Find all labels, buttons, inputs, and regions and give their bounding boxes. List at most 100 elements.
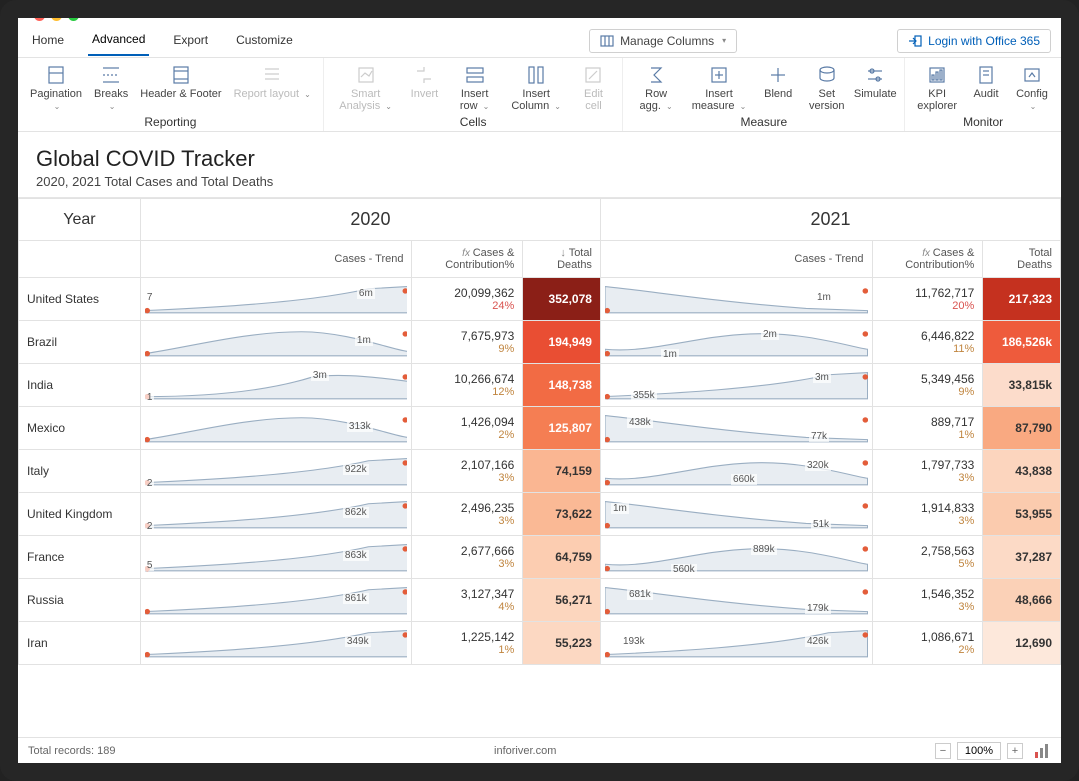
- cases-cell: 20,099,362 24%: [412, 278, 523, 321]
- cases-cell: 2,677,666 3%: [412, 536, 523, 579]
- col-deaths-2021[interactable]: Total Deaths: [983, 241, 1061, 278]
- contribution-value: 12%: [420, 386, 514, 398]
- deaths-cell: 194,949: [523, 321, 601, 364]
- window-min-dot[interactable]: [51, 10, 62, 21]
- audit-icon: [976, 65, 996, 85]
- insert-measure-button[interactable]: Insert measure ⌄: [683, 62, 755, 115]
- group-measure-label: Measure: [741, 115, 788, 129]
- insert-row-icon: [465, 65, 485, 85]
- login-button[interactable]: Login with Office 365: [897, 29, 1051, 53]
- year-2020-header: 2020: [140, 199, 600, 241]
- cases-value: 1,426,094: [420, 415, 514, 429]
- cases-value: 1,797,733: [881, 458, 975, 472]
- trend-cell: 5863k: [140, 536, 412, 579]
- table-row: United States 76m20,099,362 24%352,078 1…: [19, 278, 1061, 321]
- trend-cell: 1m: [140, 321, 412, 364]
- invert-button[interactable]: Invert: [401, 62, 447, 115]
- deaths-cell: 125,807: [523, 407, 601, 450]
- smart-analysis-button[interactable]: Smart Analysis ⌄: [330, 62, 402, 115]
- pagination-button[interactable]: Pagination⌄: [24, 62, 88, 115]
- row-agg-button[interactable]: Row agg. ⌄: [629, 62, 682, 115]
- cases-value: 2,496,235: [420, 501, 514, 515]
- group-cells-label: Cells: [460, 115, 487, 129]
- deaths-cell: 186,526k: [983, 321, 1061, 364]
- tab-customize[interactable]: Customize: [232, 27, 297, 55]
- pagination-icon: [46, 65, 66, 85]
- header-footer-icon: [171, 65, 191, 85]
- view-bars-icon[interactable]: [1035, 744, 1051, 758]
- deaths-cell: 56,271: [523, 579, 601, 622]
- trend-cell: 1m: [600, 278, 872, 321]
- login-label: Login with Office 365: [928, 34, 1040, 48]
- cases-value: 1,086,671: [881, 630, 975, 644]
- row-label: Mexico: [19, 407, 141, 450]
- cases-value: 11,762,717: [881, 286, 975, 300]
- col-cases-2021[interactable]: Cases & Contribution%: [872, 241, 983, 278]
- group-reporting-label: Reporting: [144, 115, 196, 129]
- col-cases-2020[interactable]: Cases & Contribution%: [412, 241, 523, 278]
- manage-columns-button[interactable]: Manage Columns ▾: [589, 29, 737, 53]
- window-max-dot[interactable]: [68, 10, 79, 21]
- trend-cell: 1m51k: [600, 493, 872, 536]
- cases-cell: 2,758,563 5%: [872, 536, 983, 579]
- config-button[interactable]: Config⌄: [1009, 62, 1055, 115]
- col-trend-2020[interactable]: Cases - Trend: [140, 241, 412, 278]
- trend-cell: 560k889k: [600, 536, 872, 579]
- simulate-button[interactable]: Simulate: [852, 62, 898, 115]
- deaths-cell: 74,159: [523, 450, 601, 493]
- cases-value: 1,546,352: [881, 587, 975, 601]
- insert-row-button[interactable]: Insert row ⌄: [447, 62, 501, 115]
- edit-cell-button[interactable]: Edit cell: [570, 62, 616, 115]
- tab-export[interactable]: Export: [169, 27, 212, 55]
- zoom-out-button[interactable]: −: [935, 743, 951, 759]
- kpi-explorer-button[interactable]: KPI explorer: [911, 62, 963, 115]
- total-records-label: Total records: 189: [28, 745, 115, 757]
- cases-value: 20,099,362: [420, 286, 514, 300]
- table-row: Mexico 313k1,426,094 2%125,807 438k77k88…: [19, 407, 1061, 450]
- cases-cell: 1,546,352 3%: [872, 579, 983, 622]
- table-row: Iran 349k1,225,142 1%55,223 193k426k1,08…: [19, 622, 1061, 665]
- deaths-cell: 87,790: [983, 407, 1061, 450]
- deaths-cell: 352,078: [523, 278, 601, 321]
- contribution-value: 2%: [420, 429, 514, 441]
- row-label: United Kingdom: [19, 493, 141, 536]
- report-layout-button[interactable]: Report layout ⌄: [228, 62, 317, 115]
- deaths-cell: 55,223: [523, 622, 601, 665]
- cases-cell: 10,266,674 12%: [412, 364, 523, 407]
- row-label: United States: [19, 278, 141, 321]
- cases-cell: 5,349,456 9%: [872, 364, 983, 407]
- window-close-dot[interactable]: [34, 10, 45, 21]
- breaks-button[interactable]: Breaks⌄: [88, 62, 134, 115]
- trend-cell: 660k320k: [600, 450, 872, 493]
- set-version-button[interactable]: Set version: [801, 62, 852, 115]
- login-icon: [908, 34, 922, 48]
- audit-button[interactable]: Audit: [963, 62, 1009, 115]
- table-row: Russia 861k3,127,347 4%56,271 681k179k1,…: [19, 579, 1061, 622]
- cases-cell: 1,914,833 3%: [872, 493, 983, 536]
- trend-cell: 13m: [140, 364, 412, 407]
- zoom-input[interactable]: [957, 742, 1001, 760]
- zoom-in-button[interactable]: +: [1007, 743, 1023, 759]
- contribution-value: 3%: [420, 558, 514, 570]
- group-monitor-label: Monitor: [963, 115, 1003, 129]
- cases-cell: 1,426,094 2%: [412, 407, 523, 450]
- header-footer-button[interactable]: Header & Footer: [134, 62, 227, 115]
- deaths-cell: 48,666: [983, 579, 1061, 622]
- cases-value: 3,127,347: [420, 587, 514, 601]
- blend-button[interactable]: Blend: [755, 62, 801, 115]
- col-trend-2021[interactable]: Cases - Trend: [600, 241, 872, 278]
- col-deaths-2020[interactable]: Total Deaths: [523, 241, 601, 278]
- tab-home[interactable]: Home: [28, 27, 68, 55]
- simulate-icon: [865, 65, 885, 85]
- insert-column-button[interactable]: Insert Column ⌄: [502, 62, 571, 115]
- tab-advanced[interactable]: Advanced: [88, 26, 149, 56]
- contribution-value: 11%: [881, 343, 975, 355]
- cases-cell: 6,446,822 11%: [872, 321, 983, 364]
- cases-cell: 1,225,142 1%: [412, 622, 523, 665]
- contribution-value: 3%: [420, 515, 514, 527]
- cases-cell: 2,496,235 3%: [412, 493, 523, 536]
- year-2021-header: 2021: [600, 199, 1060, 241]
- contribution-value: 2%: [881, 644, 975, 656]
- cases-cell: 11,762,717 20%: [872, 278, 983, 321]
- trend-cell: 681k179k: [600, 579, 872, 622]
